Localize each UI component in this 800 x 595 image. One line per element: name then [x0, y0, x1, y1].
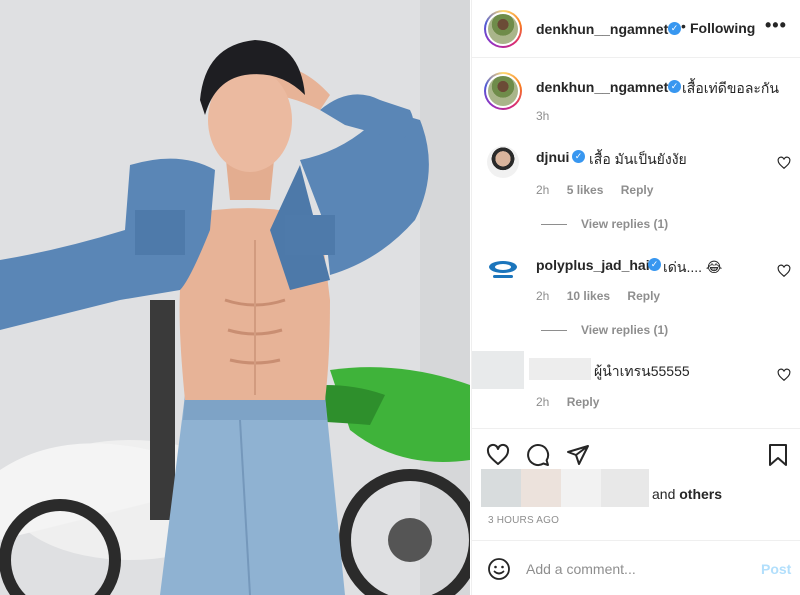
likes-and-label: and [652, 486, 676, 502]
post-photo[interactable] [0, 0, 470, 595]
post-header: denkhun__ngamnet ✓ • Following ••• [472, 0, 800, 58]
reply-button[interactable]: Reply [621, 183, 654, 197]
post-side-panel: denkhun__ngamnet ✓ • Following ••• denkh… [471, 0, 800, 595]
comment-like-heart-icon[interactable] [777, 264, 791, 278]
verified-badge-icon: ✓ [668, 22, 681, 35]
caption-text: เสื้อเท่ดีขอละกัน [682, 80, 779, 96]
comment-time: 2h [536, 183, 550, 197]
author-avatar[interactable] [484, 10, 522, 48]
comment-text: เสื้อ มันเป็นยังงัย [589, 151, 687, 167]
comment-item: djnui ✓ เสื้อ มันเป็นยังงัย 2h 5 likes R… [472, 128, 800, 236]
comment-time: 2h [536, 395, 550, 409]
comment-item: polyplus_jad_hai ✓ เด่น.... 😂 2h 10 like… [472, 236, 800, 346]
likes-summary: and others [472, 466, 800, 511]
view-replies-button[interactable]: View replies (1) [541, 323, 668, 337]
verified-badge-icon: ✓ [648, 258, 661, 271]
redacted-likers [481, 469, 649, 507]
caption-time: 3h [536, 109, 550, 123]
comment-time: 2h [536, 289, 550, 303]
caption-author-avatar[interactable] [484, 72, 522, 110]
comment-like-heart-icon[interactable] [777, 368, 791, 382]
heart-icon[interactable] [486, 443, 510, 467]
comment-text: ผู้นำเทรน55555 [594, 363, 690, 379]
post-image-illustration [0, 0, 470, 595]
redacted-username [529, 358, 591, 380]
commenter-avatar[interactable] [487, 254, 519, 286]
send-icon[interactable] [566, 443, 590, 467]
commenter-avatar[interactable] [487, 146, 519, 178]
view-replies-label: View replies (1) [581, 323, 669, 337]
redacted-avatar [472, 351, 524, 389]
caption-author-username[interactable]: denkhun__ngamnet [536, 79, 668, 95]
add-comment-bar: Post [472, 540, 800, 595]
verified-badge-icon: ✓ [668, 80, 681, 93]
view-replies-label: View replies (1) [581, 217, 669, 231]
separator-dot: • [681, 18, 686, 34]
likes-and-others[interactable]: and others [652, 486, 722, 502]
comment-likes[interactable]: 5 likes [567, 183, 604, 197]
commenter-username[interactable]: polyplus_jad_hai [536, 257, 650, 273]
polyplus-logo-icon [489, 261, 517, 278]
author-username[interactable]: denkhun__ngamnet [536, 21, 668, 37]
verified-badge-icon: ✓ [572, 150, 585, 163]
comment-meta: 2h 10 likes Reply [536, 289, 674, 303]
view-replies-line [541, 330, 567, 332]
post-timestamp: 3 HOURS AGO [488, 515, 560, 526]
add-comment-input[interactable] [526, 558, 746, 580]
comment-item: ผู้นำเทรน55555 2h Reply [472, 346, 800, 426]
reply-button[interactable]: Reply [627, 289, 660, 303]
post-comment-button[interactable]: Post [761, 561, 791, 577]
comment-meta: 2h Reply [536, 395, 613, 409]
reply-button[interactable]: Reply [567, 395, 600, 409]
comment-icon[interactable] [526, 443, 550, 467]
view-replies-button[interactable]: View replies (1) [541, 217, 668, 231]
post-caption: denkhun__ngamnet ✓ เสื้อเท่ดีขอละกัน 3h [472, 58, 800, 128]
following-button[interactable]: Following [690, 20, 755, 36]
comment-meta: 2h 5 likes Reply [536, 183, 667, 197]
comment-like-heart-icon[interactable] [777, 156, 791, 170]
bookmark-icon[interactable] [766, 443, 790, 467]
comment-likes[interactable]: 10 likes [567, 289, 610, 303]
comment-text: เด่น.... 😂 [663, 259, 723, 275]
smiley-icon[interactable] [487, 557, 511, 581]
more-horizontal-icon[interactable]: ••• [765, 15, 787, 36]
commenter-username[interactable]: djnui [536, 149, 569, 165]
view-replies-line [541, 224, 567, 226]
likes-others-label: others [679, 486, 723, 502]
